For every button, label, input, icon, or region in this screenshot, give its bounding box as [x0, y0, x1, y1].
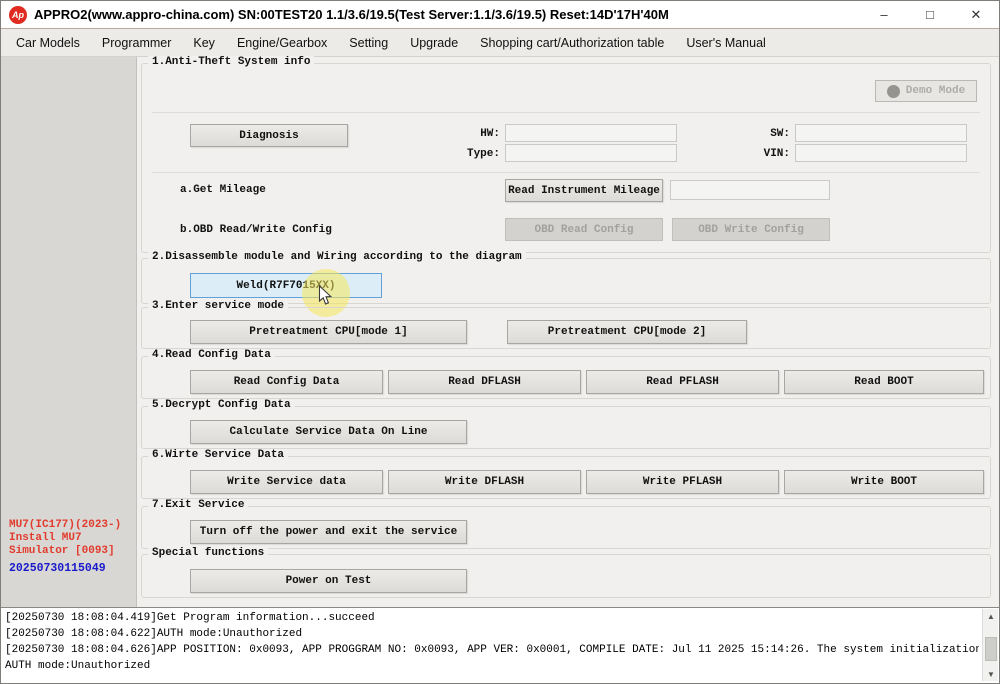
group-exit-service: 7.Exit Service Turn off the power and ex…	[141, 506, 991, 549]
demo-mode-dot-icon	[887, 85, 900, 98]
sw-label: SW:	[740, 128, 790, 140]
calculate-service-data-button[interactable]: Calculate Service Data On Line	[190, 420, 467, 444]
mileage-field[interactable]	[670, 180, 830, 200]
read-instrument-mileage-button[interactable]: Read Instrument Mileage	[505, 179, 663, 202]
log-lines: [20250730 18:08:04.419]Get Program infor…	[5, 610, 979, 674]
pretreatment-mode1-button[interactable]: Pretreatment CPU[mode 1]	[190, 320, 467, 344]
content-area: 1.Anti-Theft System info Demo Mode Diagn…	[137, 57, 999, 607]
maximize-button[interactable]: □	[907, 1, 953, 28]
menu-item-shopping-cart[interactable]: Shopping cart/Authorization table	[469, 36, 675, 50]
sw-field[interactable]	[795, 124, 967, 142]
menu-item-programmer[interactable]: Programmer	[91, 36, 182, 50]
read-dflash-button[interactable]: Read DFLASH	[388, 370, 581, 394]
group-decrypt: 5.Decrypt Config Data Calculate Service …	[141, 406, 991, 449]
log-line: [20250730 18:08:04.622]AUTH mode:Unautho…	[5, 626, 979, 642]
group-service-mode-title: 3.Enter service mode	[148, 300, 288, 312]
log-line: [20250730 18:08:04.626]APP POSITION: 0x0…	[5, 642, 979, 658]
minimize-button[interactable]: –	[861, 1, 907, 28]
app-logo-icon: Ap	[9, 6, 27, 24]
write-pflash-button[interactable]: Write PFLASH	[586, 470, 779, 494]
write-service-data-button[interactable]: Write Service data	[190, 470, 383, 494]
scroll-up-icon[interactable]: ▲	[983, 609, 999, 623]
obd-write-config-button: OBD Write Config	[672, 218, 830, 241]
group-decrypt-title: 5.Decrypt Config Data	[148, 399, 295, 411]
read-boot-button[interactable]: Read BOOT	[784, 370, 984, 394]
group-special-functions-title: Special functions	[148, 547, 268, 559]
selected-model-info: MU7(IC177)(2023-) Install MU7 Simulator …	[9, 519, 133, 575]
menu-item-engine-gearbox[interactable]: Engine/Gearbox	[226, 36, 338, 50]
model-name: MU7(IC177)(2023-)	[9, 519, 133, 532]
group-read-config: 4.Read Config Data Read Config Data Read…	[141, 356, 991, 399]
group-service-mode: 3.Enter service mode Pretreatment CPU[mo…	[141, 307, 991, 349]
window-title: APPRO2(www.appro-china.com) SN:00TEST20 …	[34, 7, 669, 22]
exit-service-button[interactable]: Turn off the power and exit the service	[190, 520, 467, 544]
read-pflash-button[interactable]: Read PFLASH	[586, 370, 779, 394]
scroll-thumb[interactable]	[985, 637, 997, 661]
log-line: [20250730 18:08:04.419]Get Program infor…	[5, 610, 979, 626]
divider	[152, 172, 980, 173]
group-anti-theft: 1.Anti-Theft System info Demo Mode Diagn…	[141, 63, 991, 253]
group-read-config-title: 4.Read Config Data	[148, 349, 275, 361]
group-disassemble: 2.Disassemble module and Wiring accordin…	[141, 258, 991, 304]
hw-field[interactable]	[505, 124, 677, 142]
log-line: AUTH mode:Unauthorized	[5, 658, 979, 674]
obd-read-config-button: OBD Read Config	[505, 218, 663, 241]
main-area: MU7(IC177)(2023-) Install MU7 Simulator …	[1, 57, 999, 607]
power-on-test-button[interactable]: Power on Test	[190, 569, 467, 593]
vin-field[interactable]	[795, 144, 967, 162]
title-bar: Ap APPRO2(www.appro-china.com) SN:00TEST…	[1, 1, 999, 29]
diagnosis-button[interactable]: Diagnosis	[190, 124, 348, 147]
write-boot-button[interactable]: Write BOOT	[784, 470, 984, 494]
menu-bar: Car Models Programmer Key Engine/Gearbox…	[1, 29, 999, 57]
mouse-cursor-icon	[318, 285, 333, 306]
group-anti-theft-title: 1.Anti-Theft System info	[148, 56, 314, 68]
type-label: Type:	[450, 148, 500, 160]
pretreatment-mode2-button[interactable]: Pretreatment CPU[mode 2]	[507, 320, 747, 344]
close-button[interactable]: ✕	[953, 1, 999, 28]
menu-item-setting[interactable]: Setting	[338, 36, 399, 50]
model-simulator-line: Simulator [0093]	[9, 545, 133, 558]
menu-item-users-manual[interactable]: User's Manual	[675, 36, 777, 50]
get-mileage-label: a.Get Mileage	[180, 184, 266, 196]
write-dflash-button[interactable]: Write DFLASH	[388, 470, 581, 494]
menu-item-upgrade[interactable]: Upgrade	[399, 36, 469, 50]
group-write-service: 6.Wirte Service Data Write Service data …	[141, 456, 991, 499]
type-field[interactable]	[505, 144, 677, 162]
vin-label: VIN:	[740, 148, 790, 160]
read-config-data-button[interactable]: Read Config Data	[190, 370, 383, 394]
sidebar: MU7(IC177)(2023-) Install MU7 Simulator …	[1, 57, 137, 607]
log-scrollbar[interactable]: ▲ ▼	[982, 609, 998, 681]
group-write-service-title: 6.Wirte Service Data	[148, 449, 288, 461]
menu-item-key[interactable]: Key	[182, 36, 226, 50]
app-window: Ap APPRO2(www.appro-china.com) SN:00TEST…	[0, 0, 1000, 684]
group-special-functions: Special functions Power on Test	[141, 554, 991, 598]
window-controls: – □ ✕	[861, 1, 999, 28]
divider	[152, 112, 980, 113]
group-disassemble-title: 2.Disassemble module and Wiring accordin…	[148, 251, 526, 263]
menu-item-car-models[interactable]: Car Models	[5, 36, 91, 50]
model-timestamp: 20250730115049	[9, 562, 133, 575]
demo-mode-button: Demo Mode	[875, 80, 977, 102]
demo-mode-label: Demo Mode	[906, 85, 965, 97]
model-install-line: Install MU7	[9, 532, 133, 545]
group-exit-service-title: 7.Exit Service	[148, 499, 248, 511]
hw-label: HW:	[450, 128, 500, 140]
weld-button[interactable]: Weld(R7F7015XX)	[190, 273, 382, 298]
scroll-down-icon[interactable]: ▼	[983, 667, 999, 681]
obd-read-write-label: b.OBD Read/Write Config	[180, 224, 332, 236]
log-panel: [20250730 18:08:04.419]Get Program infor…	[1, 607, 999, 683]
